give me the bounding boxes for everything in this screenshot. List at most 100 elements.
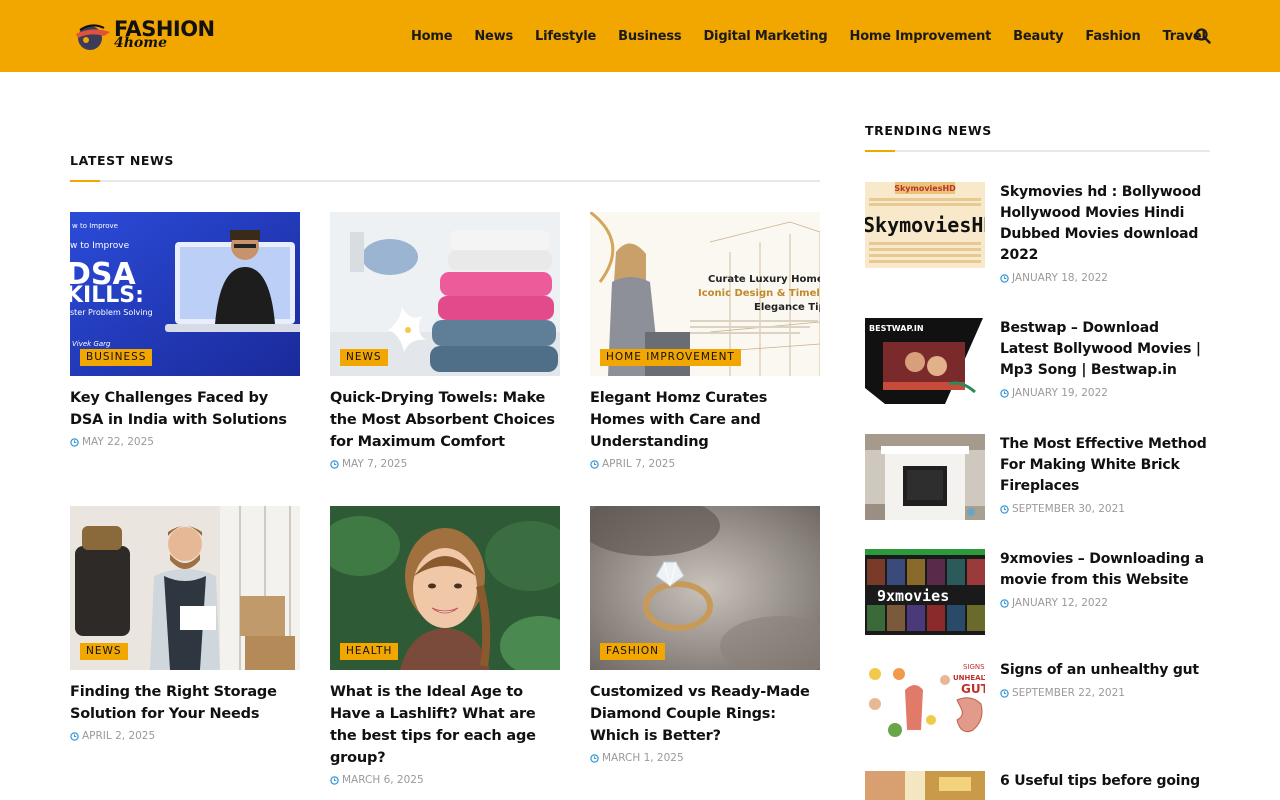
trending-date: SEPTEMBER 22, 2021 <box>1000 687 1210 699</box>
skymovies-big-title: SkymoviesHD <box>865 213 985 237</box>
clock-icon <box>1000 688 1009 698</box>
9xmovies-title: 9xmovies <box>877 587 949 605</box>
trending-thumbnail[interactable]: BESTWAP.IN <box>865 318 985 404</box>
bestwap-image: BESTWAP.IN <box>865 318 985 404</box>
tips-image <box>865 771 985 800</box>
dsa-line4: ster Problem Solving <box>70 308 153 317</box>
clock-icon <box>1000 388 1009 398</box>
card-date: APRIL 7, 2025 <box>590 458 820 470</box>
trending-title[interactable]: Bestwap – Download Latest Bollywood Movi… <box>1000 318 1210 381</box>
trending-news-divider <box>865 150 1210 152</box>
clock-icon <box>330 459 339 469</box>
skymovies-image: SkymoviesHD SkymoviesHD <box>865 182 985 268</box>
card-title[interactable]: What is the Ideal Age to Have a Lashlift… <box>330 681 560 769</box>
news-card[interactable]: NEWS Finding the Right Storage Solution … <box>70 506 300 742</box>
homz-line1: Curate Luxury Homes <box>708 274 820 285</box>
trending-title[interactable]: Signs of an unhealthy gut <box>1000 660 1210 681</box>
clock-icon <box>330 775 339 785</box>
news-card[interactable]: NEWS Quick-Drying Towels: Make the Most … <box>330 212 560 470</box>
card-title[interactable]: Customized vs Ready-Made Diamond Couple … <box>590 681 820 747</box>
card-thumbnail[interactable]: HEALTH <box>330 506 560 670</box>
trending-date-text: JANUARY 19, 2022 <box>1012 387 1108 399</box>
card-thumbnail[interactable]: FASHION <box>590 506 820 670</box>
category-badge[interactable]: NEWS <box>340 349 388 366</box>
trending-thumbnail[interactable]: 9xmovies <box>865 549 985 635</box>
trending-date: JANUARY 18, 2022 <box>1000 272 1210 284</box>
trending-thumbnail[interactable]: SkymoviesHD SkymoviesHD <box>865 182 985 268</box>
card-title[interactable]: Elegant Homz Curates Homes with Care and… <box>590 387 820 453</box>
trending-date-text: SEPTEMBER 30, 2021 <box>1012 503 1125 515</box>
nav-lifestyle[interactable]: Lifestyle <box>535 29 596 44</box>
dsa-tag: w to Improve <box>72 222 118 230</box>
9xmovies-image: 9xmovies <box>865 549 985 635</box>
dsa-line1: w to Improve <box>70 241 130 251</box>
trending-date-text: JANUARY 12, 2022 <box>1012 597 1108 609</box>
dsa-line3: KILLS: <box>70 283 144 308</box>
trending-item[interactable]: SkymoviesHD SkymoviesHD Skymovies hd : B… <box>865 182 1210 292</box>
gut-unhealthy-text: UNHEALTHY <box>953 674 985 682</box>
category-badge[interactable]: HOME IMPROVEMENT <box>600 349 741 366</box>
nav-home[interactable]: Home <box>411 29 453 44</box>
latest-news-divider <box>70 180 820 182</box>
site-logo[interactable]: FASHION 4home <box>74 18 224 54</box>
skymovies-small-title: SkymoviesHD <box>894 184 956 193</box>
card-thumbnail[interactable]: NEWS <box>330 212 560 376</box>
trending-title[interactable]: 6 Useful tips before going <box>1000 771 1210 792</box>
news-card[interactable]: Curate Luxury Homes Iconic Design & Time… <box>590 212 820 470</box>
trending-title[interactable]: The Most Effective Method For Making Whi… <box>1000 434 1210 497</box>
clock-icon <box>590 753 599 763</box>
trending-item[interactable]: BESTWAP.IN Bestwap – Download Latest Bol… <box>865 318 1210 414</box>
nav-business[interactable]: Business <box>618 29 682 44</box>
clock-icon <box>590 459 599 469</box>
card-thumbnail[interactable]: Curate Luxury Homes Iconic Design & Time… <box>590 212 820 376</box>
card-thumbnail[interactable]: NEWS <box>70 506 300 670</box>
card-date-text: MAY 7, 2025 <box>342 458 408 470</box>
card-date: APRIL 2, 2025 <box>70 730 300 742</box>
clock-icon <box>1000 273 1009 283</box>
latest-news-heading: LATEST NEWS <box>70 153 175 168</box>
search-icon[interactable] <box>1195 28 1211 44</box>
category-badge[interactable]: NEWS <box>80 643 128 660</box>
gut-image: SIGNS UNHEALTHY GUT <box>865 660 985 746</box>
card-date-text: MARCH 6, 2025 <box>342 774 424 786</box>
site-header: FASHION 4home Home News Lifestyle Busine… <box>0 0 1280 72</box>
nav-beauty[interactable]: Beauty <box>1013 29 1063 44</box>
nav-digital-marketing[interactable]: Digital Marketing <box>703 29 827 44</box>
clock-icon <box>70 437 79 447</box>
card-date: MAY 22, 2025 <box>70 436 300 448</box>
trending-thumbnail[interactable] <box>865 771 985 800</box>
clock-icon <box>1000 598 1009 608</box>
homz-line2: Iconic Design & Timeless <box>698 288 820 299</box>
trending-item[interactable]: 9xmovies 9xmovies – Downloading a movie … <box>865 549 1210 639</box>
trending-item[interactable]: SIGNS UNHEALTHY GUT Signs of an unhealth… <box>865 660 1210 750</box>
category-badge[interactable]: FASHION <box>600 643 666 660</box>
trending-thumbnail[interactable] <box>865 434 985 520</box>
trending-date: JANUARY 19, 2022 <box>1000 387 1210 399</box>
card-title[interactable]: Key Challenges Faced by DSA in India wit… <box>70 387 300 431</box>
nav-fashion[interactable]: Fashion <box>1085 29 1140 44</box>
category-badge[interactable]: HEALTH <box>340 643 399 660</box>
gut-gut-text: GUT <box>961 682 985 696</box>
card-title[interactable]: Quick-Drying Towels: Make the Most Absor… <box>330 387 560 453</box>
news-card[interactable]: FASHION Customized vs Ready-Made Diamond… <box>590 506 820 764</box>
card-thumbnail[interactable]: w to Improve w to Improve DSA KILLS: ste… <box>70 212 300 376</box>
news-card[interactable]: w to Improve w to Improve DSA KILLS: ste… <box>70 212 300 448</box>
bestwap-logo-text: BESTWAP.IN <box>869 324 924 333</box>
news-card[interactable]: HEALTH What is the Ideal Age to Have a L… <box>330 506 560 786</box>
nav-news[interactable]: News <box>474 29 513 44</box>
logo-subname: 4home <box>114 35 167 51</box>
trending-item[interactable]: 6 Useful tips before going <box>865 771 1210 800</box>
gut-signs-text: SIGNS <box>963 663 985 671</box>
category-badge[interactable]: BUSINESS <box>80 349 153 366</box>
trending-title[interactable]: 9xmovies – Downloading a movie from this… <box>1000 549 1210 591</box>
card-title[interactable]: Finding the Right Storage Solution for Y… <box>70 681 300 725</box>
trending-item[interactable]: The Most Effective Method For Making Whi… <box>865 434 1210 530</box>
card-date: MARCH 1, 2025 <box>590 752 820 764</box>
nav-home-improvement[interactable]: Home Improvement <box>850 29 992 44</box>
trending-date: JANUARY 12, 2022 <box>1000 597 1210 609</box>
trending-title[interactable]: Skymovies hd : Bollywood Hollywood Movie… <box>1000 182 1210 266</box>
card-date-text: MARCH 1, 2025 <box>602 752 684 764</box>
dsa-author: Vivek Garg <box>72 340 111 348</box>
fireplace-image <box>865 434 985 520</box>
trending-thumbnail[interactable]: SIGNS UNHEALTHY GUT <box>865 660 985 746</box>
